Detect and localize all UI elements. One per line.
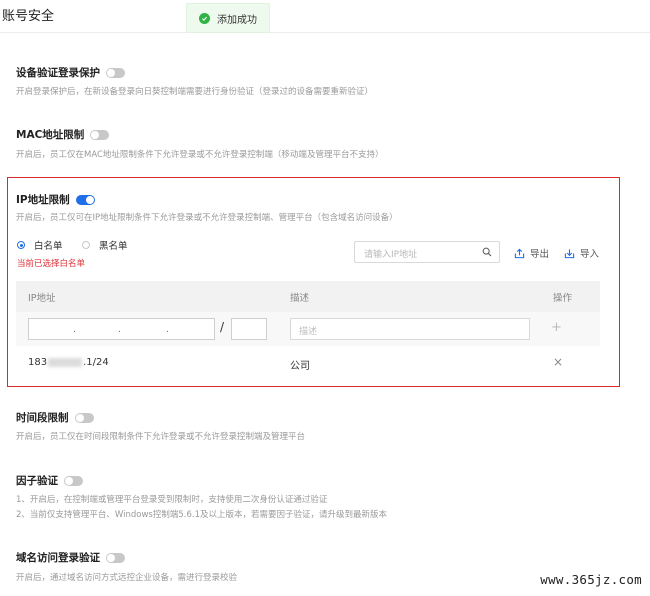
redacted-block xyxy=(48,357,83,367)
ip-dot: . xyxy=(166,325,169,335)
ip-dot: . xyxy=(73,325,76,335)
export-icon xyxy=(514,248,525,258)
section-label: 因子验证 xyxy=(16,475,58,487)
column-header-action: 操作 xyxy=(553,293,573,304)
ip-dot: . xyxy=(118,325,121,335)
ip-input-row: . . . / + xyxy=(16,312,600,346)
section-title-domain: 域名访问登录验证 xyxy=(16,550,125,565)
column-header-desc: 描述 xyxy=(290,293,310,304)
radio-dot xyxy=(17,241,25,249)
domain-verify-toggle[interactable] xyxy=(106,552,125,563)
radio-dot xyxy=(82,241,90,249)
ip-search-input[interactable] xyxy=(355,245,484,265)
time-limit-toggle[interactable] xyxy=(74,412,94,423)
device-verify-toggle[interactable] xyxy=(106,67,125,78)
section-title-factor: 因子验证 xyxy=(16,473,83,488)
section-desc-device-verify: 开启登录保护后，在新设备登录向日葵控制端需要进行身份验证（登录过的设备需要重新验… xyxy=(16,87,374,97)
section-label: MAC地址限制 xyxy=(16,129,85,141)
section-desc-ip: 开启后，员工仅可在IP地址限制条件下允许登录或不允许登录控制端、管理平台（包含域… xyxy=(16,213,398,223)
ip-address-input[interactable]: . . . xyxy=(28,318,215,340)
factor-verify-toggle[interactable] xyxy=(64,475,83,486)
section-title-ip: IP地址限制 xyxy=(16,192,95,207)
ip-prefix: 183 xyxy=(28,357,48,368)
export-button[interactable]: 导出 xyxy=(514,246,549,260)
import-label: 导入 xyxy=(580,249,600,260)
toast-message: 添加成功 xyxy=(217,14,257,26)
delete-row-button[interactable]: × xyxy=(553,355,563,369)
description-input[interactable] xyxy=(291,322,519,342)
section-desc-domain: 开启后，通过域名访问方式远控企业设备，需进行登录校验 xyxy=(16,573,238,583)
import-icon xyxy=(564,248,575,258)
section-desc-factor-1: 1、开启后，在控制端或管理平台登录受到限制时，支持使用二次身份认证通过验证 xyxy=(16,495,328,505)
search-icon[interactable] xyxy=(482,247,492,257)
section-desc-mac: 开启后，员工仅在MAC地址限制条件下允许登录或不允许登录控制端（移动端及管理平台… xyxy=(16,150,384,160)
section-label: 域名访问登录验证 xyxy=(16,552,100,564)
section-title-time: 时间段限制 xyxy=(16,410,94,425)
table-row: 183 .1/24 公司 × xyxy=(16,346,600,380)
column-header-ip: IP地址 xyxy=(28,293,56,304)
desc-cell: 公司 xyxy=(290,361,310,372)
mask-separator: / xyxy=(220,320,225,334)
radio-label: 白名单 xyxy=(34,241,63,252)
subnet-mask-input[interactable] xyxy=(231,318,267,340)
success-toast: 添加成功 xyxy=(186,3,270,33)
watermark: www.365jz.com xyxy=(540,572,642,587)
section-title-device-verify: 设备验证登录保护 xyxy=(16,65,125,80)
radio-blacklist[interactable]: 黑名单 xyxy=(82,238,128,252)
section-desc-time: 开启后，员工仅在时间段限制条件下允许登录或不允许登录控制端及管理平台 xyxy=(16,432,306,442)
section-desc-factor-2: 2、当前仅支持管理平台、Windows控制端5.6.1及以上版本，若需要因子验证… xyxy=(16,510,387,520)
title-divider xyxy=(0,32,650,33)
section-label: 时间段限制 xyxy=(16,412,69,424)
radio-label: 黑名单 xyxy=(99,241,128,252)
radio-whitelist[interactable]: 白名单 xyxy=(17,238,63,252)
export-label: 导出 xyxy=(530,249,550,260)
import-button[interactable]: 导入 xyxy=(564,246,599,260)
mac-limit-toggle[interactable] xyxy=(90,129,110,140)
ip-table-header: IP地址 描述 操作 xyxy=(16,281,600,312)
description-box xyxy=(290,318,530,342)
add-row-button[interactable]: + xyxy=(551,320,562,335)
selection-hint: 当前已选择白名单 xyxy=(17,259,86,269)
section-label: IP地址限制 xyxy=(16,194,70,206)
ip-suffix: .1/24 xyxy=(83,357,109,368)
ip-cell: 183 .1/24 xyxy=(28,357,109,368)
ip-limit-toggle[interactable] xyxy=(75,194,95,205)
page-title: 账号安全 xyxy=(2,9,55,24)
section-title-mac: MAC地址限制 xyxy=(16,127,110,142)
check-circle-icon xyxy=(199,12,210,24)
section-label: 设备验证登录保护 xyxy=(16,67,100,79)
ip-search-box xyxy=(354,241,500,265)
